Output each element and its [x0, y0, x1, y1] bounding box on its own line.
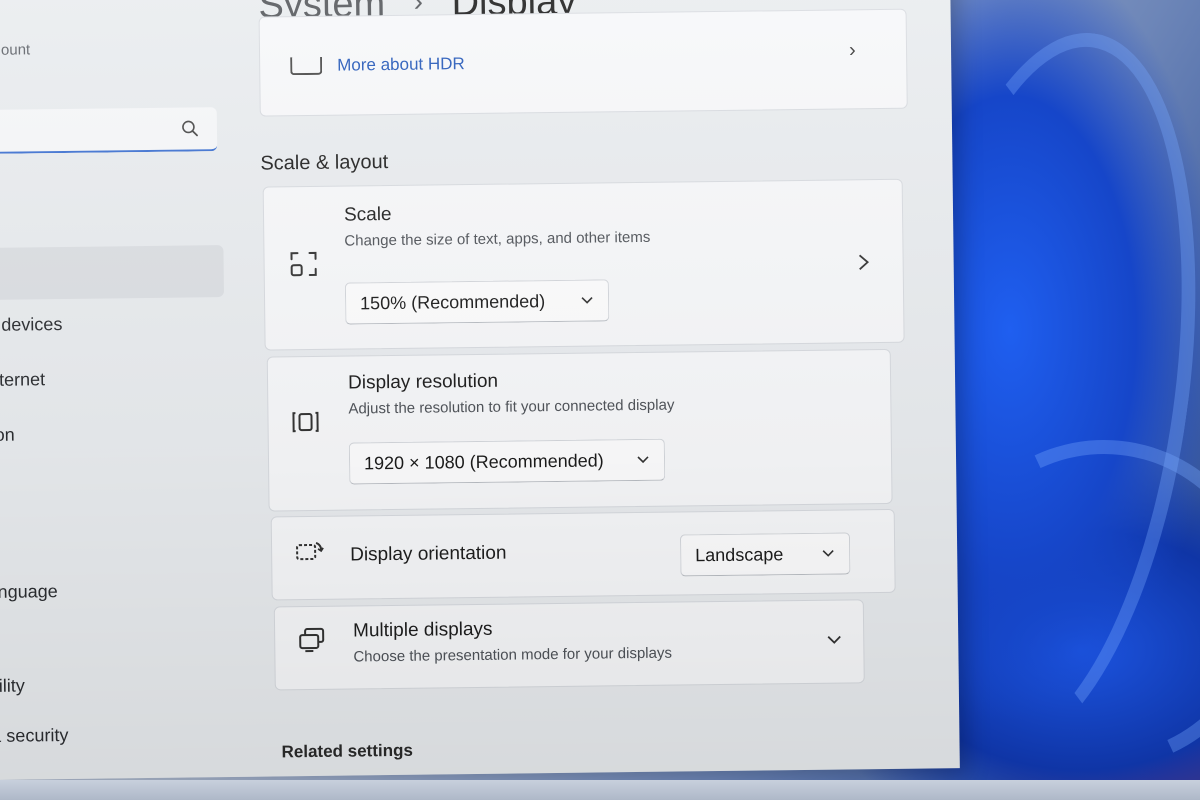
taskbar — [0, 780, 1200, 800]
chevron-down-icon — [637, 456, 649, 464]
chevron-down-icon — [822, 550, 834, 557]
display-resolution-card[interactable]: Display resolution Adjust the resolution… — [266, 348, 893, 512]
orientation-dropdown-value: Landscape — [695, 544, 784, 566]
scale-dropdown-value: 150% (Recommended) — [359, 291, 546, 314]
orientation-icon — [296, 541, 324, 561]
sidebar-item-time-language[interactable]: anguage — [0, 581, 58, 603]
resolution-dropdown[interactable]: 1920 × 1080 (Recommended) — [348, 438, 666, 485]
sidebar-item-personalization[interactable]: tion — [0, 425, 15, 446]
hdr-chevron-icon: › — [848, 39, 856, 62]
hdr-icon — [290, 56, 323, 76]
scale-icon — [290, 251, 317, 277]
sidebar-item-accessibility[interactable]: bility — [0, 676, 25, 697]
multiple-displays-card[interactable]: Multiple displays Choose the presentatio… — [273, 599, 865, 691]
scale-card[interactable]: Scale Change the size of text, apps, and… — [262, 178, 905, 351]
sidebar: ount & devices internet tion anguage bil… — [0, 0, 235, 780]
settings-window: ount & devices internet tion anguage bil… — [0, 0, 960, 780]
chevron-down-icon — [581, 296, 593, 304]
sidebar-item-system-selected[interactable] — [0, 245, 225, 300]
orientation-dropdown[interactable]: Landscape — [679, 532, 851, 577]
chevron-down-icon[interactable] — [825, 633, 843, 647]
resolution-icon — [292, 411, 319, 433]
search-icon[interactable] — [181, 119, 199, 137]
display-resolution-title: Display resolution — [347, 370, 499, 394]
scale-subtitle: Change the size of text, apps, and other… — [344, 228, 651, 250]
display-orientation-title: Display orientation — [350, 542, 507, 566]
multiple-displays-title: Multiple displays — [352, 618, 493, 642]
section-title-scale-layout: Scale & layout — [260, 151, 389, 175]
resolution-dropdown-value: 1920 × 1080 (Recommended) — [363, 450, 604, 474]
related-settings-heading: Related settings — [281, 740, 413, 762]
multiple-displays-icon — [299, 627, 325, 653]
display-resolution-subtitle: Adjust the resolution to fit your connec… — [348, 396, 675, 418]
chevron-right-icon[interactable] — [857, 252, 871, 272]
more-about-hdr-link[interactable]: More about HDR — [337, 54, 465, 76]
multiple-displays-subtitle: Choose the presentation mode for your di… — [353, 644, 673, 666]
sidebar-item-privacy-security[interactable]: & security — [0, 725, 69, 747]
scale-dropdown[interactable]: 150% (Recommended) — [344, 279, 610, 325]
search-box[interactable] — [0, 107, 218, 154]
sidebar-item-network[interactable]: internet — [0, 369, 45, 391]
account-label: ount — [0, 41, 31, 59]
display-orientation-card[interactable]: Display orientation Landscape — [270, 508, 896, 601]
search-input[interactable] — [0, 107, 177, 152]
main-content: System › Display More about HDR › Scale … — [250, 0, 940, 777]
scale-title: Scale — [343, 203, 392, 226]
sidebar-item-devices[interactable]: & devices — [0, 314, 63, 336]
